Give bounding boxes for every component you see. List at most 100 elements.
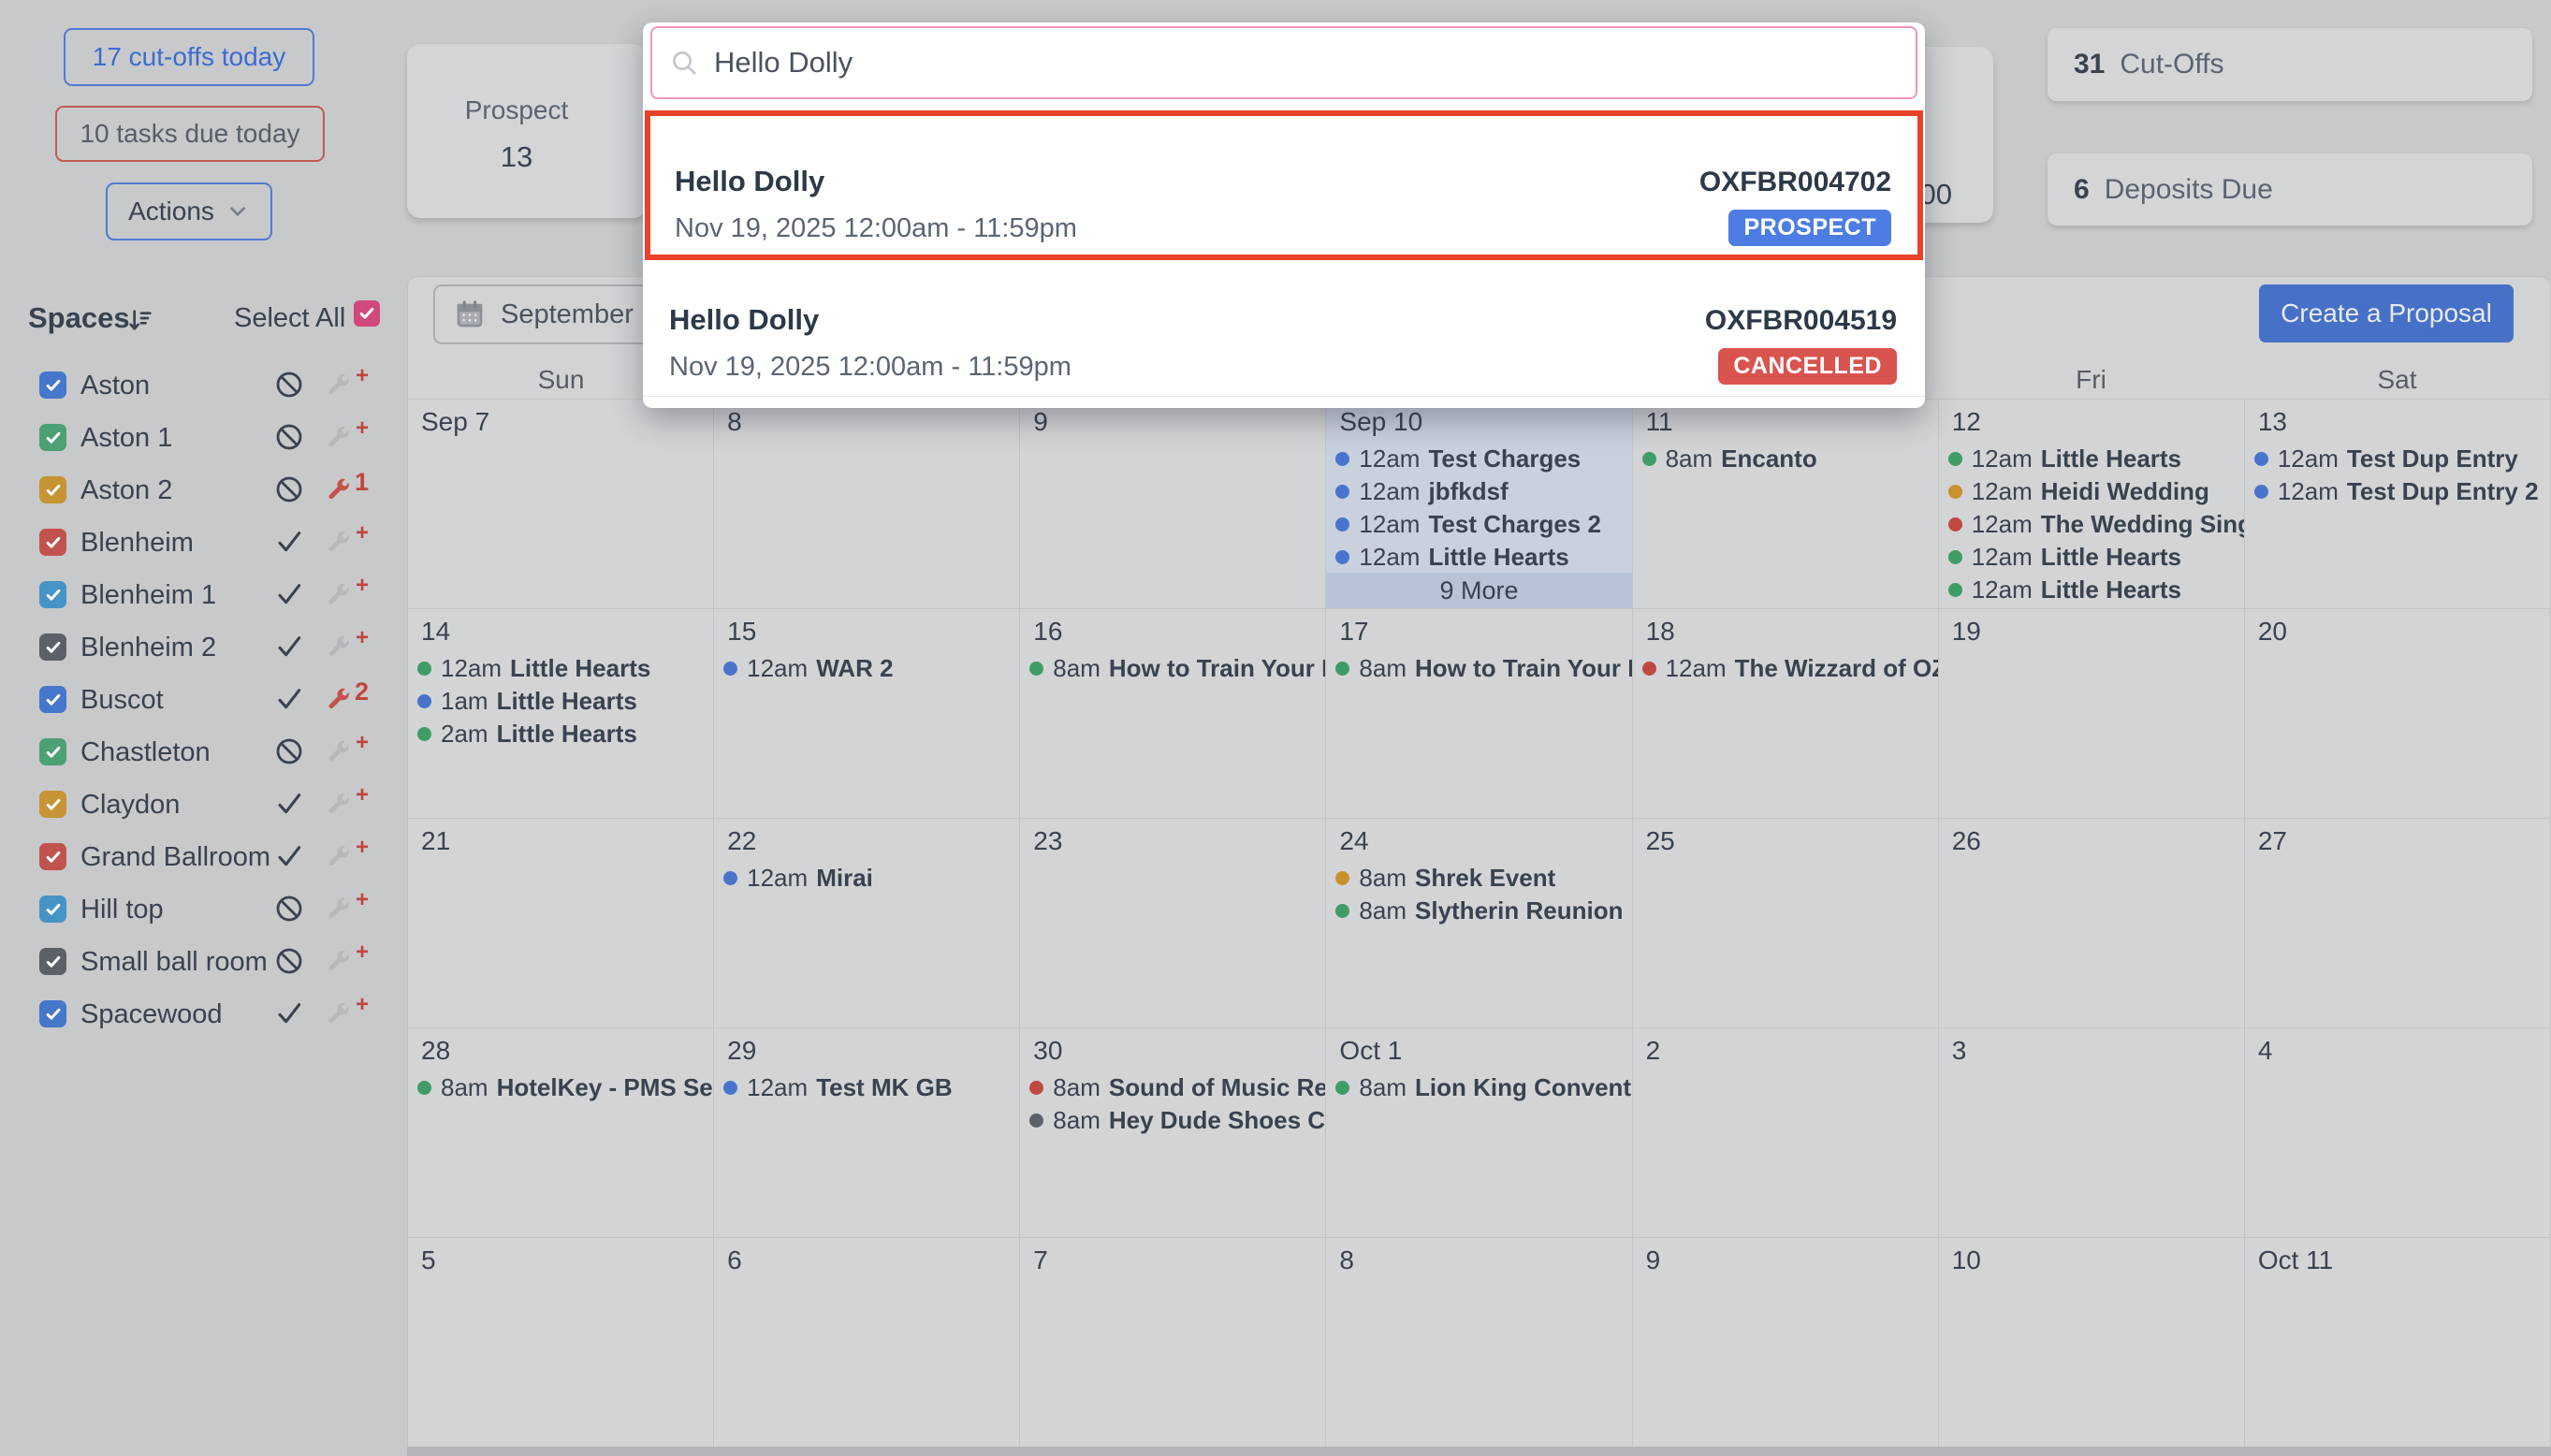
sort-icon[interactable] bbox=[124, 305, 154, 335]
calendar-event[interactable]: 12amLittle Hearts bbox=[1939, 574, 2244, 606]
calendar-day-cell[interactable]: 1212amLittle Hearts12amHeidi Wedding12am… bbox=[1939, 400, 2244, 608]
space-checkbox[interactable] bbox=[39, 791, 66, 818]
calendar-day-cell[interactable]: 2212amMirai bbox=[714, 819, 1019, 1027]
calendar-day-cell[interactable]: 178amHow to Train Your Dra bbox=[1326, 609, 1631, 818]
space-row-hill-top[interactable]: Hill top+ bbox=[0, 883, 407, 936]
space-row-chastleton[interactable]: Chastleton+ bbox=[0, 726, 407, 779]
calendar-day-cell[interactable]: 288amHotelKey - PMS Sessio bbox=[408, 1028, 713, 1237]
calendar-event[interactable]: 8amShrek Event bbox=[1326, 862, 1631, 895]
calendar-event[interactable]: 12amThe Wedding Singer bbox=[1939, 508, 2244, 541]
calendar-day-cell[interactable]: 9 bbox=[1633, 1238, 1938, 1447]
space-row-claydon[interactable]: Claydon+ bbox=[0, 779, 407, 831]
space-row-small-ball-room[interactable]: Small ball room+ bbox=[0, 936, 407, 988]
calendar-event[interactable]: 12amLittle Hearts bbox=[1939, 541, 2244, 574]
space-checkbox[interactable] bbox=[39, 633, 66, 661]
calendar-event[interactable]: 8amLion King Convention bbox=[1326, 1071, 1631, 1104]
calendar-day-cell[interactable]: 19 bbox=[1939, 609, 2244, 818]
search-result-2[interactable]: Hello DollyOXFBR004519Nov 19, 2025 12:00… bbox=[645, 260, 1923, 400]
calendar-event[interactable]: 8amHotelKey - PMS Sessio bbox=[408, 1071, 713, 1104]
calendar-event[interactable]: 12amTest Charges 2 bbox=[1326, 508, 1631, 541]
calendar-day-cell[interactable]: 3 bbox=[1939, 1028, 2244, 1237]
wrench-icon[interactable]: + bbox=[326, 792, 369, 822]
calendar-day-cell[interactable]: Oct 18amLion King Convention bbox=[1326, 1028, 1631, 1237]
space-row-aston-2[interactable]: Aston 21 bbox=[0, 464, 407, 517]
calendar-day-cell[interactable]: 21 bbox=[408, 819, 713, 1027]
wrench-icon[interactable]: 2 bbox=[326, 687, 369, 717]
space-row-blenheim-2[interactable]: Blenheim 2+ bbox=[0, 621, 407, 674]
search-result-1[interactable]: Hello DollyOXFBR004702Nov 19, 2025 12:00… bbox=[645, 110, 1923, 260]
calendar-event[interactable]: 8amHow to Train Your Dra bbox=[1326, 652, 1631, 685]
calendar-event[interactable]: 12amjbfkdsf bbox=[1326, 475, 1631, 508]
calendar-event[interactable]: 12amTest Charges bbox=[1326, 443, 1631, 475]
space-checkbox[interactable] bbox=[39, 581, 66, 608]
calendar-day-cell[interactable]: 25 bbox=[1633, 819, 1938, 1027]
calendar-event[interactable]: 2amLittle Hearts bbox=[408, 718, 713, 750]
calendar-day-cell[interactable]: 2912amTest MK GB bbox=[714, 1028, 1019, 1237]
calendar-event[interactable]: 8amHey Dude Shoes Convo bbox=[1020, 1104, 1325, 1137]
calendar-day-cell[interactable]: 10 bbox=[1939, 1238, 2244, 1447]
more-events[interactable]: 9 More bbox=[1326, 573, 1631, 608]
calendar-day-cell[interactable]: 248amShrek Event8amSlytherin Reunion bbox=[1326, 819, 1631, 1027]
prospect-stat-card[interactable]: Prospect 13 bbox=[407, 44, 647, 218]
calendar-day-cell[interactable]: 2 bbox=[1633, 1028, 1938, 1237]
calendar-day-cell[interactable]: 1412amLittle Hearts1amLittle Hearts2amLi… bbox=[408, 609, 713, 818]
calendar-day-cell[interactable]: 1312amTest Dup Entry12amTest Dup Entry 2 bbox=[2245, 400, 2550, 608]
calendar-day-cell[interactable]: 8 bbox=[1326, 1238, 1631, 1447]
actions-dropdown-button[interactable]: Actions bbox=[106, 182, 272, 240]
wrench-icon[interactable]: + bbox=[326, 372, 369, 402]
space-checkbox[interactable] bbox=[39, 843, 66, 870]
space-checkbox[interactable] bbox=[39, 686, 66, 713]
space-checkbox[interactable] bbox=[39, 529, 66, 556]
calendar-event[interactable]: 12amLittle Hearts bbox=[1939, 443, 2244, 475]
calendar-day-cell[interactable]: 20 bbox=[2245, 609, 2550, 818]
calendar-day-cell[interactable]: Oct 11 bbox=[2245, 1238, 2550, 1447]
wrench-icon[interactable]: + bbox=[326, 844, 369, 874]
space-row-buscot[interactable]: Buscot2 bbox=[0, 674, 407, 726]
calendar-day-cell[interactable]: 168amHow to Train Your Dra bbox=[1020, 609, 1325, 818]
cutoffs-today-button[interactable]: 17 cut-offs today bbox=[64, 28, 314, 86]
tasks-due-button[interactable]: 10 tasks due today bbox=[55, 106, 325, 162]
deposits-chip[interactable]: 6 Deposits Due bbox=[2048, 153, 2532, 226]
calendar-day-cell[interactable]: 308amSound of Music Reunio8amHey Dude Sh… bbox=[1020, 1028, 1325, 1237]
space-row-aston-1[interactable]: Aston 1+ bbox=[0, 412, 407, 464]
calendar-day-cell[interactable]: 1512amWAR 2 bbox=[714, 609, 1019, 818]
calendar-event[interactable]: 8amHow to Train Your Dra bbox=[1020, 652, 1325, 685]
cutoffs-chip[interactable]: 31 Cut-Offs bbox=[2048, 28, 2532, 101]
calendar-event[interactable]: 12amThe Wizzard of OZ C bbox=[1633, 652, 1938, 685]
space-row-grand-ballroom[interactable]: Grand Ballroom+ bbox=[0, 831, 407, 883]
calendar-day-cell[interactable]: 118amEncanto bbox=[1633, 400, 1938, 608]
calendar-event[interactable]: 12amTest Dup Entry bbox=[2245, 443, 2550, 475]
space-row-aston[interactable]: Aston+ bbox=[0, 359, 407, 412]
calendar-day-cell[interactable]: 26 bbox=[1939, 819, 2244, 1027]
calendar-event[interactable]: 12amLittle Hearts bbox=[408, 652, 713, 685]
calendar-day-cell[interactable]: 8 bbox=[714, 400, 1019, 608]
search-input[interactable]: Hello Dolly bbox=[650, 26, 1917, 99]
calendar-day-cell[interactable]: 9 bbox=[1020, 400, 1325, 608]
calendar-event[interactable]: 12amHeidi Wedding bbox=[1939, 475, 2244, 508]
select-all-checkbox[interactable] bbox=[354, 300, 380, 327]
space-row-blenheim[interactable]: Blenheim+ bbox=[0, 517, 407, 569]
space-checkbox[interactable] bbox=[39, 948, 66, 975]
space-checkbox[interactable] bbox=[39, 895, 66, 923]
space-checkbox[interactable] bbox=[39, 371, 66, 399]
calendar-event[interactable]: 12amTest Dup Entry 2 bbox=[2245, 475, 2550, 508]
calendar-day-cell[interactable]: 7 bbox=[1020, 1238, 1325, 1447]
space-row-blenheim-1[interactable]: Blenheim 1+ bbox=[0, 569, 407, 621]
calendar-event[interactable]: 12amLittle Hearts bbox=[1326, 541, 1631, 574]
wrench-icon[interactable]: + bbox=[326, 739, 369, 769]
wrench-icon[interactable]: + bbox=[326, 896, 369, 926]
wrench-icon[interactable]: + bbox=[326, 634, 369, 664]
calendar-day-cell[interactable]: 1812amThe Wizzard of OZ C bbox=[1633, 609, 1938, 818]
calendar-day-cell[interactable]: 6 bbox=[714, 1238, 1019, 1447]
calendar-event[interactable]: 12amTest MK GB bbox=[714, 1071, 1019, 1104]
calendar-event[interactable]: 8amSound of Music Reunio bbox=[1020, 1071, 1325, 1104]
space-checkbox[interactable] bbox=[39, 1000, 66, 1027]
wrench-icon[interactable]: + bbox=[326, 530, 369, 560]
calendar-day-cell[interactable]: 23 bbox=[1020, 819, 1325, 1027]
space-row-spacewood[interactable]: Spacewood+ bbox=[0, 988, 407, 1041]
space-checkbox[interactable] bbox=[39, 738, 66, 765]
calendar-day-cell[interactable]: 27 bbox=[2245, 819, 2550, 1027]
wrench-icon[interactable]: + bbox=[326, 949, 369, 979]
wrench-icon[interactable]: + bbox=[326, 425, 369, 455]
wrench-icon[interactable]: + bbox=[326, 582, 369, 612]
